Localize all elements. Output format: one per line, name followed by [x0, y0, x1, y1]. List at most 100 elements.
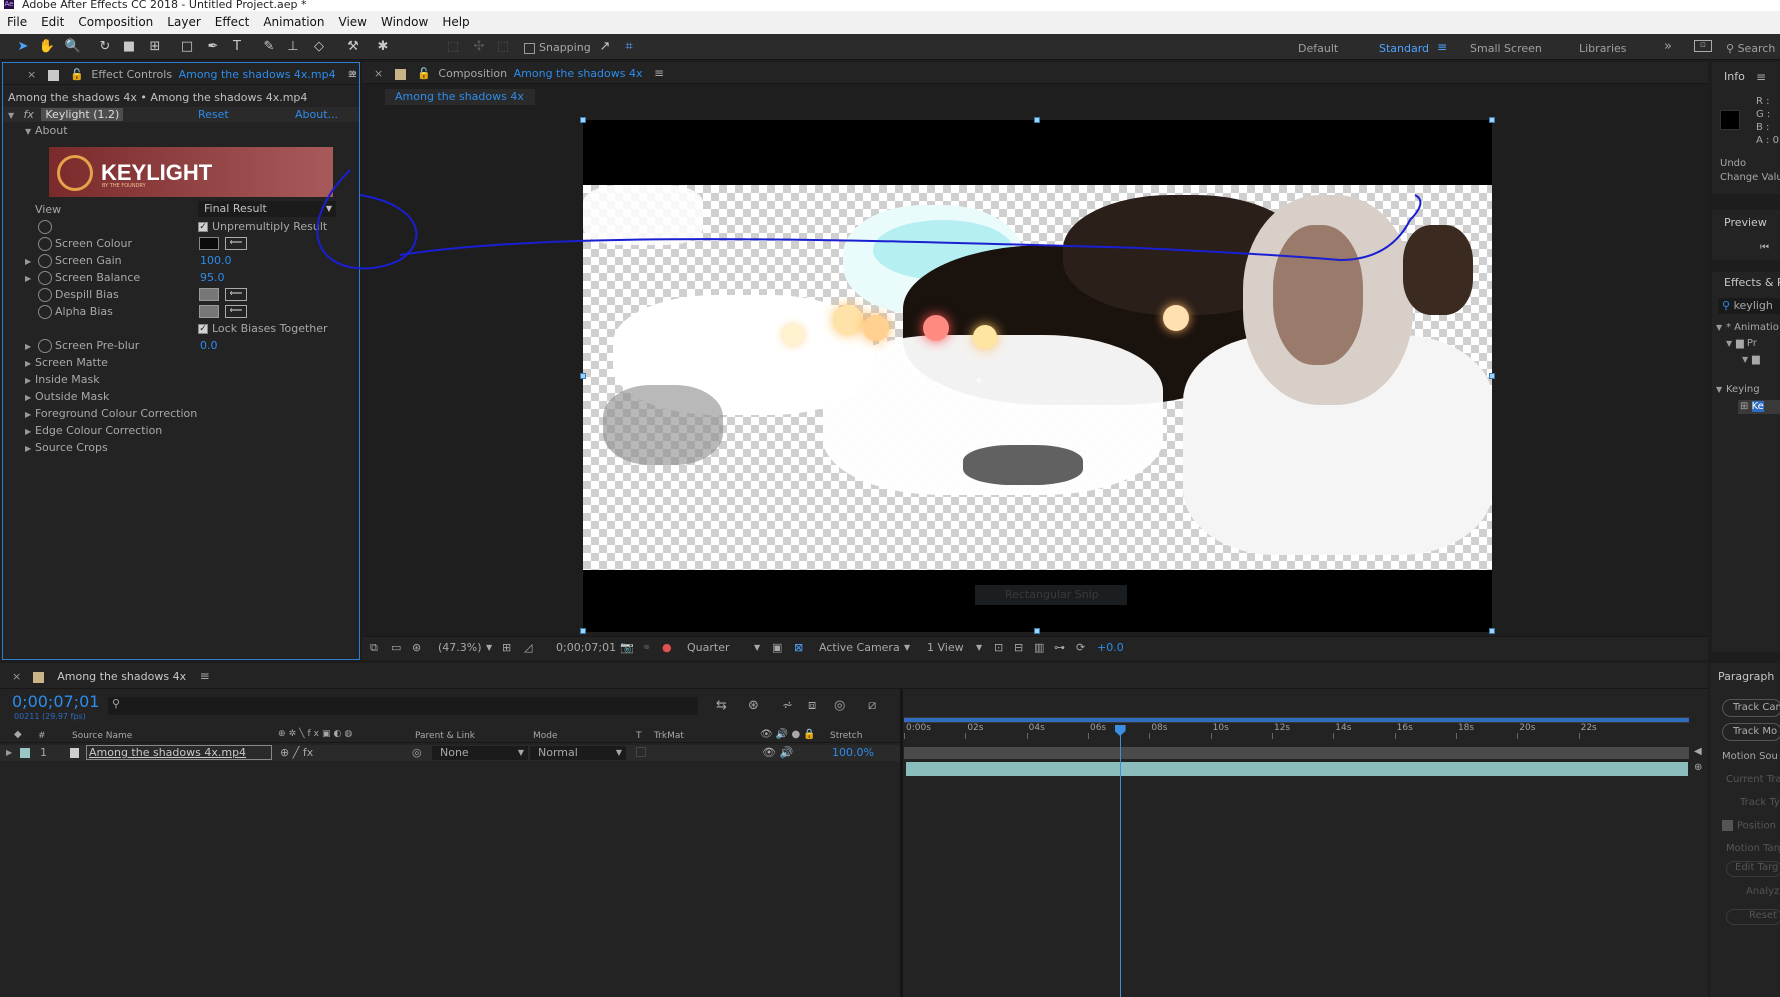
color-channels-icon[interactable]: ● — [662, 637, 672, 659]
column-source-name[interactable]: Source Name — [72, 731, 132, 741]
frame-handle[interactable] — [1034, 117, 1040, 123]
panel-menu-icon[interactable]: ≡ — [200, 669, 210, 683]
effect-controls-tab-layer[interactable]: Among the shadows 4x.mp4 — [179, 68, 336, 81]
expand-icon[interactable]: ▶ — [25, 390, 35, 405]
effect-name[interactable]: Keylight (1.2) — [41, 108, 124, 121]
panel-menu-icon[interactable]: ≡ — [1756, 70, 1766, 84]
axis-local-icon[interactable]: ⬚ — [444, 38, 462, 56]
reset-button[interactable]: Reset — [1726, 909, 1780, 925]
skip-to-start-icon[interactable]: ⏮ — [1760, 242, 1769, 253]
mask-visibility-icon[interactable]: ◿ — [524, 637, 532, 659]
frame-handle[interactable] — [1489, 373, 1495, 379]
region-of-interest-icon[interactable]: ▣ — [772, 637, 782, 659]
label-column-icon[interactable]: ◆ — [14, 729, 22, 740]
frame-blending-icon[interactable]: ⧈ — [808, 698, 816, 713]
group-outside-mask[interactable]: ▶ Outside Mask — [25, 389, 109, 404]
expand-icon[interactable]: ▼ — [1742, 355, 1752, 364]
layer-name[interactable]: Among the shadows 4x.mp4 — [86, 745, 272, 760]
snapping-toggle[interactable]: Snapping — [524, 41, 591, 54]
column-t[interactable]: T — [636, 731, 642, 741]
timeline-tab[interactable]: × Among the shadows 4x ≡ — [0, 663, 1708, 689]
motion-blur-icon[interactable]: ◎ — [834, 698, 845, 713]
viewer-timecode[interactable]: 0;00;07;01 — [556, 637, 616, 659]
expand-icon[interactable]: ▶ — [25, 254, 35, 269]
tree-keying[interactable]: ▼ Keying — [1716, 384, 1760, 395]
column-parent-link[interactable]: Parent & Link — [415, 731, 475, 741]
composition-breadcrumb[interactable]: Among the shadows 4x — [385, 89, 535, 105]
pen-tool-icon[interactable]: ✒ — [204, 38, 222, 56]
layer-expand-icon[interactable]: ▶ — [6, 748, 16, 757]
anchor-point-icon[interactable]: ⌖ — [975, 373, 983, 389]
show-snapshot-icon[interactable]: ⚭ — [642, 637, 651, 659]
menu-file[interactable]: File — [0, 11, 34, 29]
edit-target-button[interactable]: Edit Targ — [1726, 861, 1780, 877]
tree-subfolder[interactable]: ▼ ▆ — [1742, 354, 1760, 365]
expand-icon[interactable]: ▶ — [25, 339, 35, 354]
lock-icon[interactable]: 🔓 — [70, 68, 84, 81]
screen-balance-stopwatch-icon[interactable] — [38, 271, 52, 285]
about-expand-icon[interactable]: ▼ — [25, 124, 35, 139]
graph-editor-icon[interactable]: ⧄ — [868, 698, 876, 713]
grid-options-icon[interactable]: ⊞ — [502, 637, 511, 659]
fast-previews-icon[interactable]: ⊟ — [1014, 637, 1023, 659]
position-checkbox[interactable] — [1722, 820, 1733, 831]
snap-features-icon[interactable]: ⌗ — [620, 38, 638, 56]
frame-handle[interactable] — [580, 117, 586, 123]
tree-presets-folder[interactable]: ▼ ▆ Pr — [1726, 338, 1757, 349]
playhead[interactable] — [1114, 725, 1126, 997]
effect-reset-link[interactable]: Reset — [198, 107, 229, 122]
time-graph-area[interactable]: 0:00s 02s 04s 06s 08s 10s 12s 14s 16s 18s 20s 22s ◀… — [904, 689, 1708, 997]
workspace-default[interactable]: Default — [1298, 42, 1338, 55]
chevron-down-icon[interactable]: ▼ — [904, 637, 910, 659]
roto-brush-tool-icon[interactable]: ⚒ — [344, 38, 362, 56]
video-audio-toggles-icons[interactable]: 👁 🔊 — [762, 746, 793, 759]
edit-workspaces-icon[interactable]: ⊡ — [1694, 40, 1712, 52]
switches-column-icons[interactable]: ⊕✲╲fx▣◐◍ — [278, 729, 355, 739]
track-camera-button[interactable]: Track Cam — [1722, 699, 1780, 717]
expand-icon[interactable]: ▶ — [25, 441, 35, 456]
hand-tool-icon[interactable]: ✋ — [38, 38, 56, 56]
pickwhip-icon[interactable]: ◎ — [412, 746, 422, 759]
rectangle-tool-icon[interactable]: □ — [178, 38, 196, 56]
workspace-menu-icon[interactable]: ≡ — [1437, 40, 1447, 54]
menu-layer[interactable]: Layer — [160, 11, 207, 29]
group-screen-matte[interactable]: ▶ Screen Matte — [25, 355, 108, 370]
rotate-tool-icon[interactable]: ↻ — [96, 38, 114, 56]
composition-tab[interactable]: × 🔓 Composition Among the shadows 4x ≡ — [362, 62, 1708, 84]
vr-glasses-icon[interactable]: ⊛ — [412, 637, 421, 659]
puppet-pin-tool-icon[interactable]: ✱ — [374, 38, 392, 56]
menu-edit[interactable]: Edit — [34, 11, 71, 29]
workspace-standard[interactable]: Standard — [1379, 42, 1429, 55]
close-tab-icon[interactable]: × — [27, 68, 36, 81]
camera-dropdown[interactable]: Active Camera — [819, 637, 900, 659]
layer-switches-icons[interactable]: ⊕ ╱ fx — [280, 746, 313, 759]
column-stretch[interactable]: Stretch — [830, 731, 862, 741]
expand-icon[interactable]: ▶ — [25, 271, 35, 286]
layer-row[interactable]: ▶ 1 Among the shadows 4x.mp4 ⊕ ╱ fx ◎ No… — [0, 745, 900, 761]
transparency-grid-icon[interactable]: ⊠ — [794, 637, 803, 659]
expand-icon[interactable]: ▼ — [1716, 385, 1726, 394]
toggle-pixel-aspect-icon[interactable]: ⊡ — [994, 637, 1003, 659]
search-help-field[interactable]: ⚲ Search — [1726, 42, 1775, 55]
comp-mini-flowchart-icon[interactable]: ⇆ — [716, 698, 727, 713]
workspace-libraries[interactable]: Libraries — [1579, 42, 1627, 55]
frame-handle[interactable] — [1489, 117, 1495, 123]
despill-bias-stopwatch-icon[interactable] — [38, 288, 52, 302]
close-tab-icon[interactable]: × — [12, 670, 21, 683]
zoom-tool-icon[interactable]: 🔍 — [64, 38, 82, 56]
expand-icon[interactable]: ▼ — [1726, 339, 1736, 348]
column-trkmat[interactable]: TrkMat — [654, 731, 684, 741]
track-motion-button[interactable]: Track Mo — [1722, 723, 1780, 741]
effects-search-input[interactable]: ⚲ keyligh — [1718, 298, 1780, 314]
lock-icon[interactable]: 🔓 — [417, 67, 431, 80]
composition-tab-name[interactable]: Among the shadows 4x — [514, 67, 643, 80]
preserve-transparency-checkbox[interactable] — [636, 747, 646, 757]
resolution-dropdown[interactable]: Quarter — [687, 637, 730, 659]
expand-icon[interactable]: ▶ — [25, 356, 35, 371]
menu-view[interactable]: View — [332, 11, 374, 29]
effect-about-link[interactable]: About... — [295, 107, 338, 122]
flowchart-icon[interactable]: ⊶ — [1054, 637, 1065, 659]
screen-gain-stopwatch-icon[interactable] — [38, 254, 52, 268]
axis-view-icon[interactable]: ⬚ — [494, 38, 512, 56]
workspace-small-screen[interactable]: Small Screen — [1470, 42, 1542, 55]
